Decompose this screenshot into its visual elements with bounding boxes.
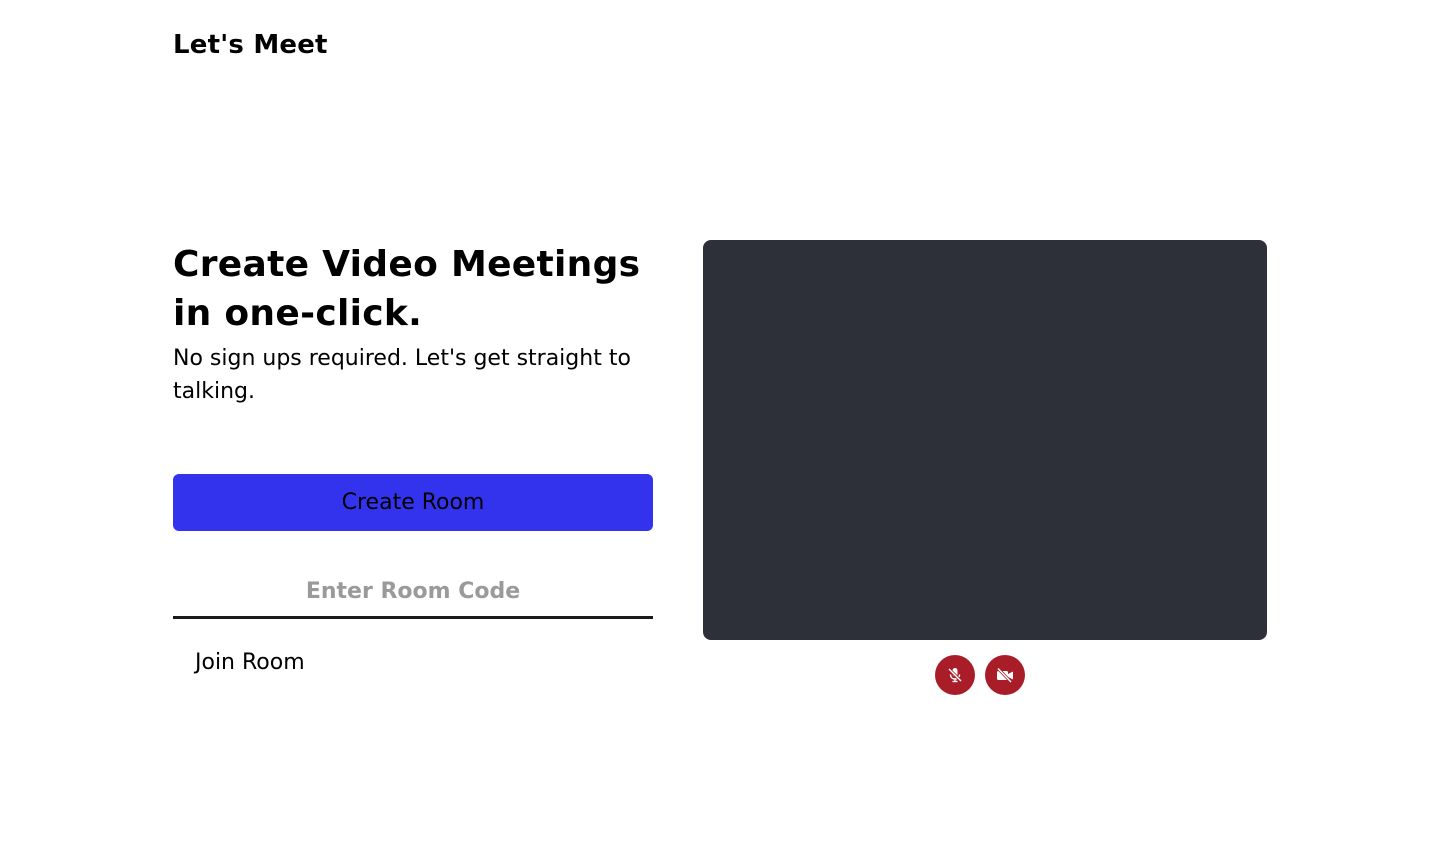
video-preview: [703, 240, 1267, 640]
landing-page: Let's Meet Create Video Meetings in one-…: [0, 0, 1440, 860]
hero-headline: Create Video Meetings in one-click.: [173, 244, 641, 334]
mic-toggle-button[interactable]: [935, 655, 975, 695]
video-off-icon: [995, 666, 1015, 684]
app-logo-title: Let's Meet: [173, 30, 328, 60]
media-controls: [935, 655, 1025, 695]
room-code-input[interactable]: [173, 566, 653, 619]
hero-section: Create Video Meetings in one-click. No s…: [173, 240, 653, 408]
mic-off-icon: [946, 666, 964, 684]
camera-toggle-button[interactable]: [985, 655, 1025, 695]
create-room-button[interactable]: Create Room: [173, 474, 653, 531]
hero-subline: No sign ups required. Let's get straight…: [173, 346, 631, 404]
join-room-button[interactable]: Join Room: [173, 640, 327, 684]
